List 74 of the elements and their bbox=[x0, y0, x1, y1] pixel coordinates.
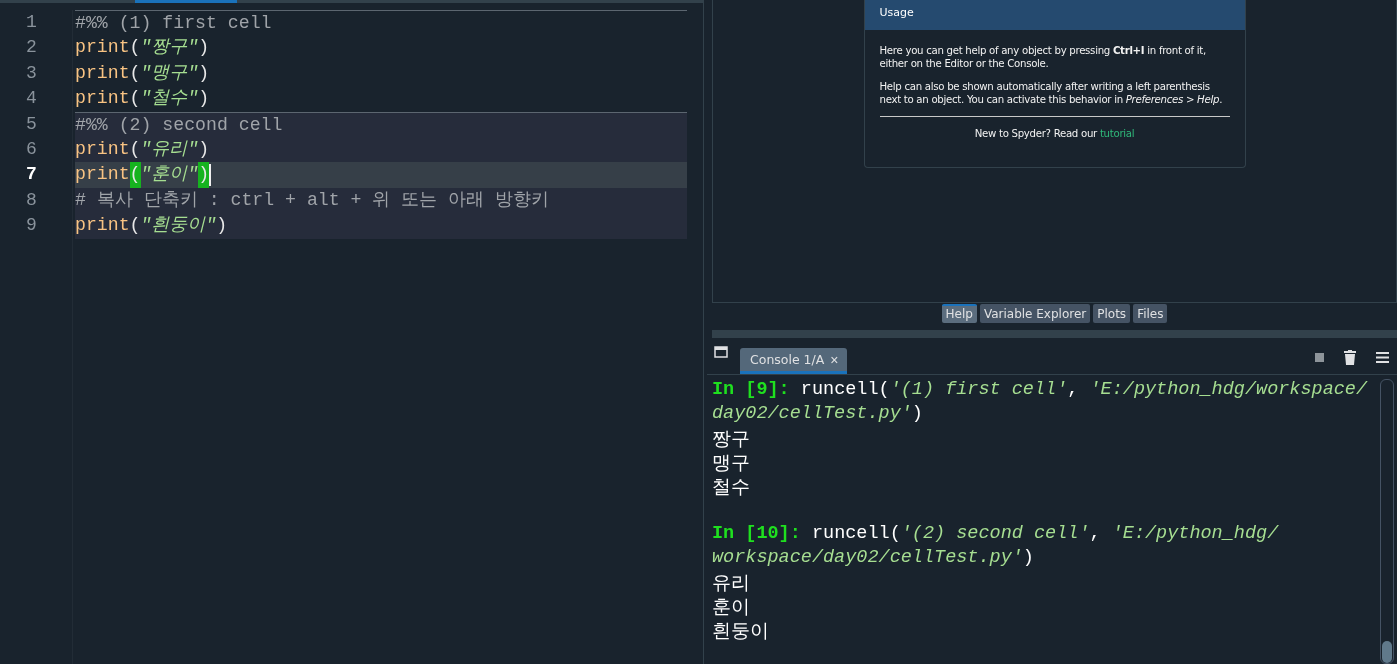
code-token: print bbox=[75, 36, 130, 60]
console-code: , bbox=[1067, 378, 1080, 402]
console-code: 'E:/python_hdg/workspace/ bbox=[1089, 378, 1368, 402]
console-output: 맹구 bbox=[712, 450, 750, 474]
window-icon[interactable] bbox=[714, 346, 728, 358]
console-code: workspace/day02/cellTest.py' bbox=[712, 546, 1023, 570]
console-output: 짱구 bbox=[712, 426, 750, 450]
line-number: 1 bbox=[25, 11, 38, 34]
close-tab-button[interactable]: × bbox=[830, 351, 839, 368]
usage-header: Usage bbox=[864, 0, 1245, 30]
console-output: 철수 bbox=[712, 474, 750, 498]
code-token: print bbox=[75, 214, 130, 238]
code-comment: #%% (1) first cell bbox=[75, 12, 272, 35]
code-token: ( bbox=[129, 61, 141, 85]
help-footer-text: New to Spyder? Read our bbox=[974, 128, 1097, 139]
console-output: 유리 bbox=[712, 570, 750, 594]
line-number: 2 bbox=[25, 36, 38, 60]
help-paragraph: Here you can get help of any object by pressing Ctrl+I in front of it, either on the Editor or the Console. bbox=[879, 44, 1207, 70]
code-comment: # 복사 단축키 : ctrl + alt + 위 또는 아래 방향키 bbox=[75, 188, 550, 212]
console-prompt: In [9]: bbox=[712, 378, 790, 402]
console-output: 흰둥이 bbox=[712, 618, 769, 642]
code-token: ) bbox=[198, 162, 210, 188]
pane-tab[interactable]: Files bbox=[1133, 304, 1168, 323]
console-tab[interactable]: Console 1/A × bbox=[740, 348, 847, 374]
code-token: ) bbox=[198, 36, 210, 60]
console-code: day02/cellTest.py' bbox=[712, 402, 912, 426]
tutorial-link[interactable]: tutorial bbox=[1099, 128, 1135, 139]
line-number: 7 bbox=[25, 163, 38, 187]
console-code: runcell( bbox=[799, 378, 890, 402]
code-token: "철수" bbox=[140, 87, 199, 111]
code-token: ) bbox=[198, 137, 210, 161]
console-code: runcell( bbox=[810, 522, 901, 546]
menu-icon[interactable] bbox=[1376, 351, 1389, 363]
console-code: ) bbox=[911, 402, 923, 426]
console-code: '(2) second cell' bbox=[900, 522, 1090, 546]
code-token: "유리" bbox=[140, 137, 199, 161]
code-token: "짱구" bbox=[140, 36, 199, 60]
console-code: '(1) first cell' bbox=[889, 378, 1068, 402]
code-comment: #%% (2) second cell bbox=[75, 113, 283, 137]
scrollbar[interactable] bbox=[1380, 379, 1394, 664]
line-number: 6 bbox=[25, 137, 38, 161]
help-paragraph: Help can also be shown automatically after writing a left parenthesis next to an object. You can activate this behavior in Preferences > Help. bbox=[879, 80, 1224, 106]
console-code: , bbox=[1089, 522, 1102, 546]
code-token: ) bbox=[198, 87, 210, 111]
console-tab-label: Console 1/A bbox=[750, 352, 825, 367]
code-token: "훈이" bbox=[140, 163, 199, 187]
code-token: ) bbox=[216, 214, 228, 238]
console-code: ) bbox=[1022, 546, 1034, 570]
stop-icon[interactable] bbox=[1315, 352, 1324, 362]
code-token: print bbox=[75, 61, 130, 85]
code-token: "흰둥이" bbox=[140, 214, 217, 238]
console-prompt: In [10]: bbox=[712, 522, 801, 546]
console-output: 훈이 bbox=[712, 594, 750, 618]
text-cursor bbox=[209, 164, 212, 187]
pane-tab[interactable]: Variable Explorer bbox=[979, 304, 1091, 323]
code-token: ) bbox=[198, 61, 210, 85]
console-code: 'E:/python_hdg/ bbox=[1111, 522, 1279, 546]
pane-tab[interactable]: Plots bbox=[1093, 304, 1131, 323]
code-token: ( bbox=[129, 36, 141, 60]
trash-icon[interactable] bbox=[1344, 349, 1356, 365]
line-number: 5 bbox=[25, 112, 38, 136]
line-number: 3 bbox=[25, 61, 38, 85]
code-token: ( bbox=[129, 162, 141, 188]
code-token: "맹구" bbox=[140, 61, 199, 85]
code-token: print bbox=[75, 137, 130, 161]
code-token: ( bbox=[129, 214, 141, 238]
code-token: ( bbox=[129, 137, 141, 161]
pane-tab[interactable]: Help bbox=[941, 304, 977, 323]
code-token: print bbox=[75, 87, 130, 111]
line-number: 4 bbox=[25, 87, 38, 111]
line-number: 9 bbox=[25, 214, 38, 238]
line-number: 8 bbox=[25, 188, 38, 212]
code-token: print bbox=[75, 163, 130, 187]
code-token: ( bbox=[129, 87, 141, 111]
